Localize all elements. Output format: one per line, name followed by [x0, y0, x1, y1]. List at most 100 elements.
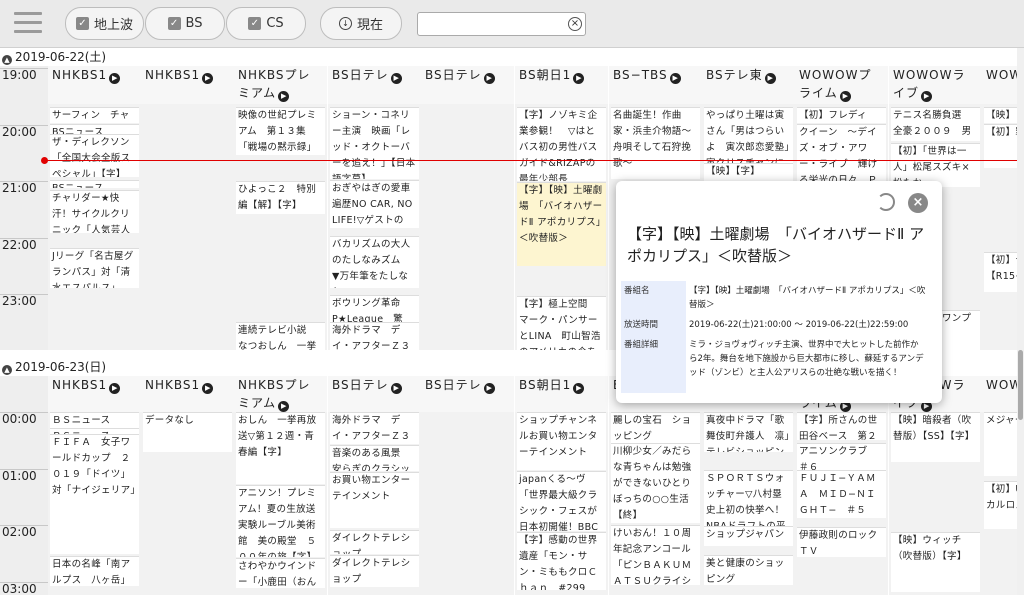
- play-icon[interactable]: ▶: [390, 383, 402, 394]
- toggle-bs[interactable]: ✓ BS: [145, 7, 225, 40]
- play-icon[interactable]: ▶: [764, 73, 776, 84]
- program-cell[interactable]: 【字】【映】土曜劇場 「バイオハザードⅡ アポカリプス」＜吹替版＞: [517, 182, 606, 266]
- program-cell[interactable]: ショップジャパン: [704, 526, 793, 546]
- history-icon[interactable]: [877, 193, 895, 211]
- play-icon[interactable]: ▶: [109, 383, 121, 394]
- channel-header[interactable]: NHKBS1 ▶: [141, 376, 234, 412]
- program-cell[interactable]: クイーン 〜デイズ・オブ・アワー・ライブ 輝ける栄光の日々 ＰＡＲＴ１: [797, 124, 886, 182]
- program-cell[interactable]: 名曲誕生！作曲家・浜圭介物語〜舟唄そして石狩挽歌〜: [611, 107, 700, 179]
- program-cell[interactable]: 音楽のある風景 安らぎのクラシック: [330, 445, 419, 471]
- channel-header[interactable]: BS朝日1 ▶: [515, 66, 608, 104]
- program-cell[interactable]: 真夜中ドラマ「歌舞伎町弁護人 凛」テレビショッピング: [704, 412, 793, 452]
- search-input[interactable]: [417, 12, 586, 36]
- program-cell[interactable]: 【字】ノゾキミ企業参観！ ▽はとバス初の男性バスガイド&RIZAPの最年少部長: [517, 107, 606, 181]
- program-cell[interactable]: さわやかウインドー「小鹿田（おんた）焼: [236, 558, 325, 588]
- program-cell[interactable]: 【映】ウィッチ（吹替版）【字】: [891, 532, 980, 592]
- program-cell[interactable]: Jリーグ「名古屋グランパス」対「清水エスパルス」【デ】: [50, 248, 139, 288]
- menu-icon[interactable]: [14, 12, 42, 34]
- program-cell[interactable]: 伊藤政則のロックＴＶ: [797, 527, 886, 557]
- program-cell[interactable]: ショップチャンネルお買い物エンターテインメント: [517, 412, 606, 470]
- play-icon[interactable]: ▶: [483, 383, 495, 394]
- program-cell[interactable]: 【字】極上空間 マーク・パンサーとLINA 町山智浩のアメリカの今を知るTV I…: [517, 296, 606, 350]
- play-icon[interactable]: ▶: [483, 73, 495, 84]
- channel-header[interactable]: WOWOWプライム▶: [795, 66, 888, 104]
- program-cell[interactable]: サーフィン チャンピ: [50, 107, 139, 123]
- channel-column: [421, 412, 514, 595]
- channel-header[interactable]: BS日テレ ▶: [421, 66, 514, 104]
- time-label: 22:00: [0, 237, 48, 252]
- program-cell[interactable]: おしん 一挙再放送▽第１２週・青春編【字】: [236, 412, 325, 484]
- toolbar: ✓ 地上波 ✓ BS ✓ CS ↓ 現在 ×: [0, 0, 1024, 48]
- program-cell[interactable]: 【初】フレディー・: [797, 107, 886, 123]
- program-cell[interactable]: 美と健康のショッピング: [704, 555, 793, 585]
- program-cell[interactable]: アニソン！プレミアム！夏の生放送実験ルーブル美術館 美の殿堂 ５００年の旅【字】…: [236, 485, 325, 557]
- channel-header[interactable]: BS日テレ ▶: [328, 66, 421, 104]
- channel-header[interactable]: NHKBS1 ▶: [48, 376, 141, 412]
- channel-header[interactable]: BSテレ東▶: [702, 66, 795, 104]
- program-cell[interactable]: ひよっこ２ 特別編【解】【字】: [236, 181, 325, 214]
- program-cell[interactable]: テニス名勝負選 全豪２００９ 男子決勝: [891, 107, 980, 141]
- play-icon[interactable]: ▶: [278, 91, 290, 102]
- channel-header[interactable]: BS朝日1 ▶: [515, 376, 608, 412]
- program-cell[interactable]: けいおん！１０周年記念アンコール「ピンＢＡＫＵＭＡＴＳＵクライシス【終】▼第: [611, 525, 700, 585]
- value-program-details: ミラ・ジョヴォヴィッチ主演、世界中で大ヒットした前作から2年。舞台を地下施設から…: [689, 340, 924, 378]
- program-cell[interactable]: 映像の世紀プレミアム 第１３集「戦場の黙示録」【字】: [236, 107, 325, 155]
- program-cell[interactable]: 海外ドラマ デイ・アフターＺ３ 第６話: [330, 412, 419, 444]
- channel-header[interactable]: NHKBS1 ▶: [141, 66, 234, 104]
- program-cell[interactable]: BSニュース: [50, 180, 139, 188]
- program-cell[interactable]: ＳＰＯＲＴＳウォッチャー▽八村塁史上初の快挙へ！NBAドラフトの平岡を徹底解説: [704, 470, 793, 526]
- scrollbar[interactable]: [1017, 48, 1024, 595]
- program-cell[interactable]: 連続テレビ小説 なつおしん 一挙再放送▽: [236, 322, 325, 350]
- program-cell[interactable]: 【字】所さんの世田谷ベース 第２０２回: [797, 412, 886, 440]
- collapse-icon[interactable]: ▲: [2, 365, 12, 375]
- scrollbar-thumb[interactable]: [1018, 350, 1023, 420]
- play-icon[interactable]: ▶: [839, 91, 851, 102]
- play-icon[interactable]: ▶: [573, 383, 585, 394]
- program-cell[interactable]: アニソンクラブ ＃６: [797, 443, 886, 471]
- program-cell[interactable]: 海外ドラマ デイ・アフターＺ３ 第６話: [330, 322, 419, 350]
- toggle-chijo[interactable]: ✓ 地上波: [65, 7, 144, 40]
- channel-header[interactable]: BS日テレ ▶: [421, 376, 514, 412]
- channel-header[interactable]: NHKBS1 ▶: [48, 66, 141, 104]
- channel-header[interactable]: BS−TBS▶: [609, 66, 702, 104]
- program-cell[interactable]: 川柳少女／みだらな青ちゃんは勉強ができないひとりぼっちの○○生活【終】: [611, 443, 700, 523]
- label-air-time: 放送時間: [621, 315, 686, 335]
- channel-name: NHKBS1: [52, 68, 108, 82]
- program-cell[interactable]: お買い物エンターテインメント: [330, 472, 419, 528]
- program-cell[interactable]: ショーン・コネリー主演 映画「レッド・オクトーバーを追え！」【日本語字幕】: [330, 107, 419, 179]
- program-cell[interactable]: やっぱり土曜は寅さん「男はつらいよ 寅次郎恋愛塾」寅クリスチャンに宗旨替え!?: [704, 107, 793, 163]
- program-cell[interactable]: ＦＵＪＩ−ＹＡＭＡ ＭＩＤ−ＮＩＧＨＴ− ＃５: [797, 470, 886, 518]
- program-cell[interactable]: japanくる〜ヴ 「世界最大級クラシック・フェスが日本初開催！BBCプロムス特: [517, 471, 606, 531]
- play-icon[interactable]: ▶: [573, 73, 585, 84]
- close-icon[interactable]: ×: [908, 193, 928, 213]
- program-cell[interactable]: 日本の名峰「南アルプス 八ヶ岳」: [50, 556, 139, 586]
- program-cell[interactable]: 【映】暗殺者（吹替版）【SS】【字】: [891, 412, 980, 462]
- channel-header[interactable]: WOWOWライブ▶: [889, 66, 982, 104]
- play-icon[interactable]: ▶: [390, 73, 402, 84]
- collapse-icon[interactable]: ▲: [2, 55, 12, 65]
- play-icon[interactable]: ▶: [202, 383, 214, 394]
- program-cell[interactable]: チャリダー★快汗！サイクルクリニック「人気芸人２人旅 春の遠: [50, 190, 139, 233]
- channel-header[interactable]: BS日テレ ▶: [328, 376, 421, 412]
- play-icon[interactable]: ▶: [921, 91, 933, 102]
- program-cell[interactable]: ＢＳニュース: [50, 412, 139, 428]
- toggle-cs[interactable]: ✓ CS: [226, 7, 306, 40]
- program-cell[interactable]: ダイレクトテレショップ: [330, 555, 419, 587]
- program-cell[interactable]: ＦＩＦＡ 女子ワールドカップ ２０１９「ドイツ」対「ナイジェリア」: [50, 434, 139, 554]
- channel-header[interactable]: NHKBSプレミアム ▶: [234, 376, 327, 412]
- program-cell[interactable]: 【字】感動の世界遺産「モン・サン・ミももクロＣｈａｎ #299: [517, 532, 606, 590]
- channel-name: NHKBSプレミアム: [238, 378, 311, 410]
- clear-icon[interactable]: ×: [568, 17, 582, 31]
- play-icon[interactable]: ▶: [202, 73, 214, 84]
- program-cell[interactable]: バカリズムの大人のたしなみズム ▼万年筆をたしなむ: [330, 236, 419, 288]
- program-cell[interactable]: データなし: [143, 412, 232, 452]
- play-icon[interactable]: ▶: [669, 73, 681, 84]
- program-cell[interactable]: ボウリング革命P★League 驚: [330, 295, 419, 323]
- play-icon[interactable]: ▶: [109, 73, 121, 84]
- program-cell[interactable]: ダイレクトテレショップ: [330, 530, 419, 554]
- program-cell[interactable]: ザ・ディレクソン「全国大会全版スペシャル」【字】: [50, 134, 139, 177]
- play-icon[interactable]: ▶: [278, 401, 290, 412]
- now-button[interactable]: ↓ 現在: [320, 7, 402, 40]
- channel-header[interactable]: NHKBSプレミアム ▶: [234, 66, 327, 104]
- program-cell[interactable]: おぎやはぎの愛車遍歴NO CAR, NO LIFE!▽ゲストの: [330, 180, 419, 228]
